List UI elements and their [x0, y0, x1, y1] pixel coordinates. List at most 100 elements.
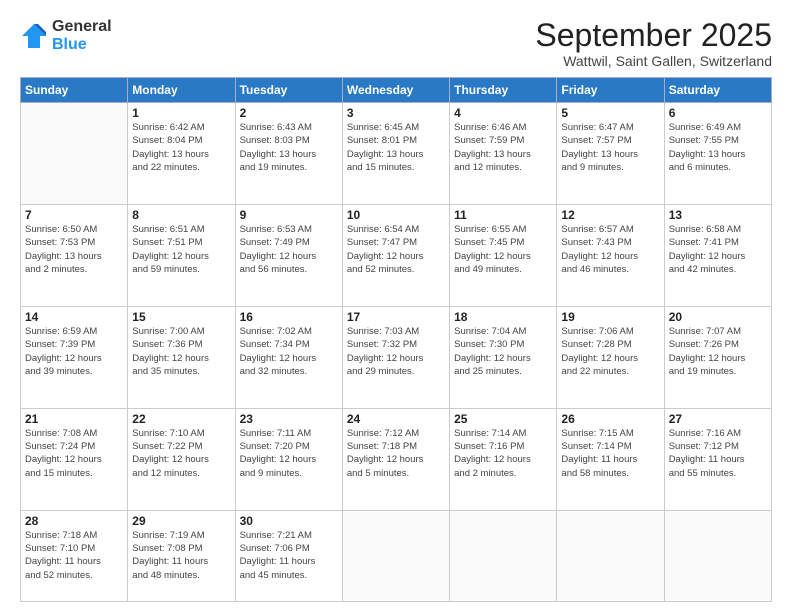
- day-number: 23: [240, 412, 338, 426]
- calendar-cell: 29Sunrise: 7:19 AM Sunset: 7:08 PM Dayli…: [128, 510, 235, 601]
- day-number: 10: [347, 208, 445, 222]
- day-number: 7: [25, 208, 123, 222]
- calendar-cell: 15Sunrise: 7:00 AM Sunset: 7:36 PM Dayli…: [128, 306, 235, 408]
- day-number: 15: [132, 310, 230, 324]
- day-number: 24: [347, 412, 445, 426]
- weekday-header: Tuesday: [235, 78, 342, 103]
- day-info: Sunrise: 7:11 AM Sunset: 7:20 PM Dayligh…: [240, 427, 338, 480]
- day-info: Sunrise: 6:58 AM Sunset: 7:41 PM Dayligh…: [669, 223, 767, 276]
- weekday-header: Monday: [128, 78, 235, 103]
- calendar-cell: 24Sunrise: 7:12 AM Sunset: 7:18 PM Dayli…: [342, 408, 449, 510]
- day-info: Sunrise: 6:54 AM Sunset: 7:47 PM Dayligh…: [347, 223, 445, 276]
- calendar-cell: 13Sunrise: 6:58 AM Sunset: 7:41 PM Dayli…: [664, 205, 771, 307]
- calendar-cell: 4Sunrise: 6:46 AM Sunset: 7:59 PM Daylig…: [450, 103, 557, 205]
- page: General Blue September 2025 Wattwil, Sai…: [0, 0, 792, 612]
- day-number: 5: [561, 106, 659, 120]
- calendar-cell: [664, 510, 771, 601]
- calendar-cell: 16Sunrise: 7:02 AM Sunset: 7:34 PM Dayli…: [235, 306, 342, 408]
- day-info: Sunrise: 6:49 AM Sunset: 7:55 PM Dayligh…: [669, 121, 767, 174]
- calendar-cell: 23Sunrise: 7:11 AM Sunset: 7:20 PM Dayli…: [235, 408, 342, 510]
- day-info: Sunrise: 6:46 AM Sunset: 7:59 PM Dayligh…: [454, 121, 552, 174]
- day-info: Sunrise: 7:07 AM Sunset: 7:26 PM Dayligh…: [669, 325, 767, 378]
- day-number: 16: [240, 310, 338, 324]
- day-number: 22: [132, 412, 230, 426]
- day-info: Sunrise: 7:14 AM Sunset: 7:16 PM Dayligh…: [454, 427, 552, 480]
- calendar-cell: [21, 103, 128, 205]
- day-number: 21: [25, 412, 123, 426]
- calendar-cell: 27Sunrise: 7:16 AM Sunset: 7:12 PM Dayli…: [664, 408, 771, 510]
- calendar-cell: 11Sunrise: 6:55 AM Sunset: 7:45 PM Dayli…: [450, 205, 557, 307]
- day-info: Sunrise: 7:03 AM Sunset: 7:32 PM Dayligh…: [347, 325, 445, 378]
- title-location: Wattwil, Saint Gallen, Switzerland: [535, 53, 772, 69]
- day-info: Sunrise: 7:08 AM Sunset: 7:24 PM Dayligh…: [25, 427, 123, 480]
- day-number: 6: [669, 106, 767, 120]
- day-info: Sunrise: 6:42 AM Sunset: 8:04 PM Dayligh…: [132, 121, 230, 174]
- weekday-header: Friday: [557, 78, 664, 103]
- weekday-header: Sunday: [21, 78, 128, 103]
- calendar-cell: 21Sunrise: 7:08 AM Sunset: 7:24 PM Dayli…: [21, 408, 128, 510]
- calendar-cell: 6Sunrise: 6:49 AM Sunset: 7:55 PM Daylig…: [664, 103, 771, 205]
- calendar-cell: 5Sunrise: 6:47 AM Sunset: 7:57 PM Daylig…: [557, 103, 664, 205]
- calendar-cell: 20Sunrise: 7:07 AM Sunset: 7:26 PM Dayli…: [664, 306, 771, 408]
- calendar-cell: 14Sunrise: 6:59 AM Sunset: 7:39 PM Dayli…: [21, 306, 128, 408]
- calendar-week-row: 7Sunrise: 6:50 AM Sunset: 7:53 PM Daylig…: [21, 205, 772, 307]
- title-month: September 2025: [535, 18, 772, 53]
- calendar-cell: 12Sunrise: 6:57 AM Sunset: 7:43 PM Dayli…: [557, 205, 664, 307]
- title-block: September 2025 Wattwil, Saint Gallen, Sw…: [535, 18, 772, 69]
- logo-text: General Blue: [52, 18, 112, 53]
- logo-blue: Blue: [52, 36, 112, 54]
- day-number: 9: [240, 208, 338, 222]
- day-number: 4: [454, 106, 552, 120]
- day-info: Sunrise: 6:51 AM Sunset: 7:51 PM Dayligh…: [132, 223, 230, 276]
- day-number: 8: [132, 208, 230, 222]
- weekday-header: Thursday: [450, 78, 557, 103]
- calendar-cell: 7Sunrise: 6:50 AM Sunset: 7:53 PM Daylig…: [21, 205, 128, 307]
- day-info: Sunrise: 7:15 AM Sunset: 7:14 PM Dayligh…: [561, 427, 659, 480]
- logo-general: General: [52, 18, 112, 36]
- calendar-table: SundayMondayTuesdayWednesdayThursdayFrid…: [20, 77, 772, 602]
- day-number: 12: [561, 208, 659, 222]
- logo-icon: [20, 22, 48, 50]
- day-number: 30: [240, 514, 338, 528]
- calendar-cell: 10Sunrise: 6:54 AM Sunset: 7:47 PM Dayli…: [342, 205, 449, 307]
- day-number: 14: [25, 310, 123, 324]
- day-number: 19: [561, 310, 659, 324]
- calendar-cell: 22Sunrise: 7:10 AM Sunset: 7:22 PM Dayli…: [128, 408, 235, 510]
- day-number: 29: [132, 514, 230, 528]
- calendar-cell: 18Sunrise: 7:04 AM Sunset: 7:30 PM Dayli…: [450, 306, 557, 408]
- logo: General Blue: [20, 18, 112, 53]
- day-info: Sunrise: 7:19 AM Sunset: 7:08 PM Dayligh…: [132, 529, 230, 582]
- day-info: Sunrise: 7:06 AM Sunset: 7:28 PM Dayligh…: [561, 325, 659, 378]
- weekday-header: Saturday: [664, 78, 771, 103]
- day-info: Sunrise: 7:00 AM Sunset: 7:36 PM Dayligh…: [132, 325, 230, 378]
- day-info: Sunrise: 7:12 AM Sunset: 7:18 PM Dayligh…: [347, 427, 445, 480]
- calendar-cell: [450, 510, 557, 601]
- day-number: 11: [454, 208, 552, 222]
- calendar-cell: 9Sunrise: 6:53 AM Sunset: 7:49 PM Daylig…: [235, 205, 342, 307]
- weekday-header: Wednesday: [342, 78, 449, 103]
- day-info: Sunrise: 6:50 AM Sunset: 7:53 PM Dayligh…: [25, 223, 123, 276]
- day-info: Sunrise: 7:10 AM Sunset: 7:22 PM Dayligh…: [132, 427, 230, 480]
- day-info: Sunrise: 7:18 AM Sunset: 7:10 PM Dayligh…: [25, 529, 123, 582]
- day-number: 27: [669, 412, 767, 426]
- calendar-cell: [557, 510, 664, 601]
- calendar-cell: 28Sunrise: 7:18 AM Sunset: 7:10 PM Dayli…: [21, 510, 128, 601]
- day-info: Sunrise: 6:47 AM Sunset: 7:57 PM Dayligh…: [561, 121, 659, 174]
- day-info: Sunrise: 6:57 AM Sunset: 7:43 PM Dayligh…: [561, 223, 659, 276]
- calendar-week-row: 28Sunrise: 7:18 AM Sunset: 7:10 PM Dayli…: [21, 510, 772, 601]
- day-info: Sunrise: 7:02 AM Sunset: 7:34 PM Dayligh…: [240, 325, 338, 378]
- calendar-cell: 8Sunrise: 6:51 AM Sunset: 7:51 PM Daylig…: [128, 205, 235, 307]
- calendar-cell: 25Sunrise: 7:14 AM Sunset: 7:16 PM Dayli…: [450, 408, 557, 510]
- calendar-cell: 19Sunrise: 7:06 AM Sunset: 7:28 PM Dayli…: [557, 306, 664, 408]
- day-number: 28: [25, 514, 123, 528]
- day-info: Sunrise: 6:59 AM Sunset: 7:39 PM Dayligh…: [25, 325, 123, 378]
- day-info: Sunrise: 7:16 AM Sunset: 7:12 PM Dayligh…: [669, 427, 767, 480]
- day-number: 25: [454, 412, 552, 426]
- day-info: Sunrise: 7:04 AM Sunset: 7:30 PM Dayligh…: [454, 325, 552, 378]
- calendar-cell: 2Sunrise: 6:43 AM Sunset: 8:03 PM Daylig…: [235, 103, 342, 205]
- day-number: 18: [454, 310, 552, 324]
- day-number: 26: [561, 412, 659, 426]
- day-number: 17: [347, 310, 445, 324]
- day-number: 13: [669, 208, 767, 222]
- day-info: Sunrise: 6:53 AM Sunset: 7:49 PM Dayligh…: [240, 223, 338, 276]
